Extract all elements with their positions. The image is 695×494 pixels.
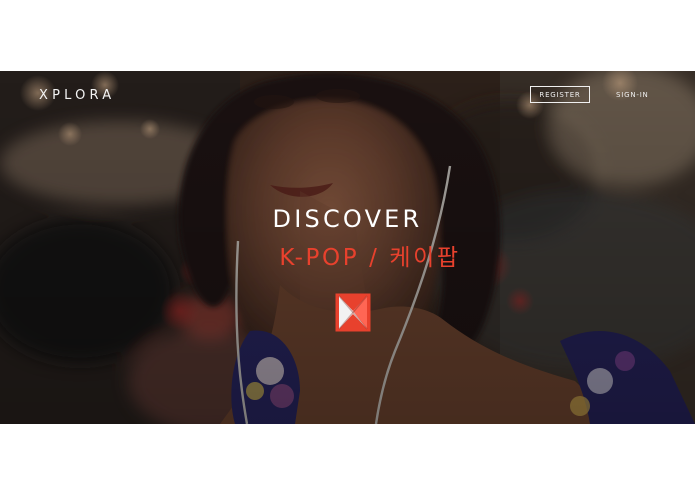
- hero-subheadline: K-POP / 케이팝: [279, 245, 461, 271]
- register-button[interactable]: REGISTER: [530, 86, 590, 103]
- hero-section: XPLORA REGISTER SIGN-IN DISCOVER K-POP /…: [0, 71, 695, 424]
- sign-in-link[interactable]: SIGN-IN: [616, 91, 649, 99]
- xplora-x-mark-icon: [335, 293, 371, 332]
- xplora-logo[interactable]: XPLORA: [39, 88, 115, 103]
- hero-headline: DISCOVER: [272, 205, 423, 233]
- top-navigation: XPLORA REGISTER SIGN-IN: [0, 71, 695, 123]
- page: XPLORA REGISTER SIGN-IN DISCOVER K-POP /…: [0, 0, 695, 494]
